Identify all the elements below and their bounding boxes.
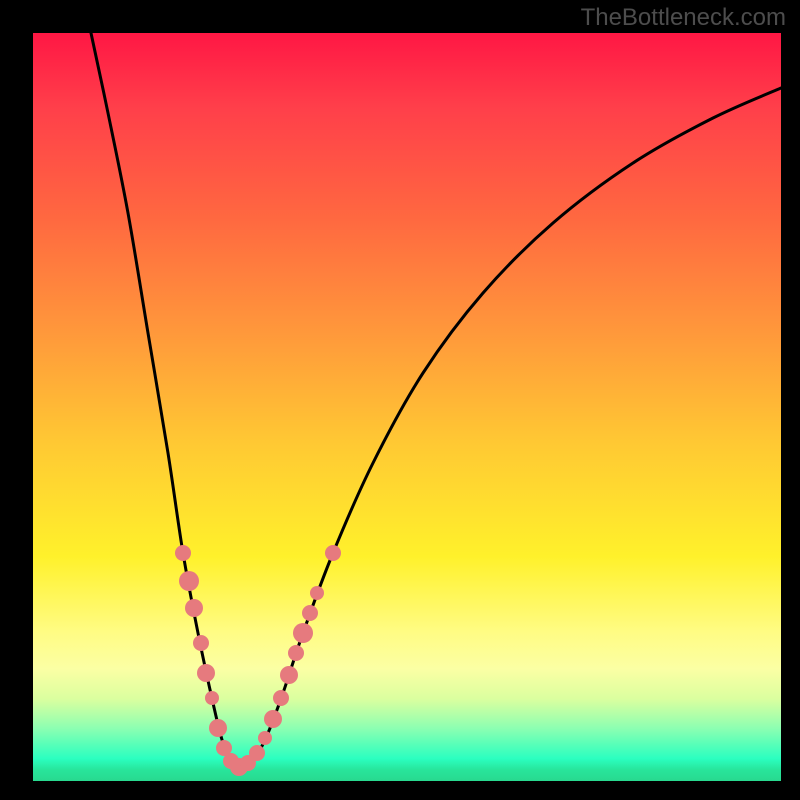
- chart-svg: [33, 33, 781, 781]
- plot-area: [33, 33, 781, 781]
- highlight-dot: [310, 586, 324, 600]
- outer-frame: TheBottleneck.com: [0, 0, 800, 800]
- bottleneck-curve: [91, 33, 781, 767]
- highlight-dot: [273, 690, 289, 706]
- highlight-dot: [264, 710, 282, 728]
- highlight-dot: [280, 666, 298, 684]
- highlight-dot: [185, 599, 203, 617]
- highlight-dot: [288, 645, 304, 661]
- highlight-dot: [179, 571, 199, 591]
- highlight-dot: [249, 745, 265, 761]
- highlight-dot: [193, 635, 209, 651]
- highlight-dot: [302, 605, 318, 621]
- highlight-dot: [209, 719, 227, 737]
- watermark-text: TheBottleneck.com: [581, 4, 786, 32]
- highlight-dot: [293, 623, 313, 643]
- highlight-dot: [197, 664, 215, 682]
- highlight-dot: [175, 545, 191, 561]
- highlight-dots-group: [175, 545, 341, 776]
- highlight-dot: [258, 731, 272, 745]
- highlight-dot: [205, 691, 219, 705]
- highlight-dot: [325, 545, 341, 561]
